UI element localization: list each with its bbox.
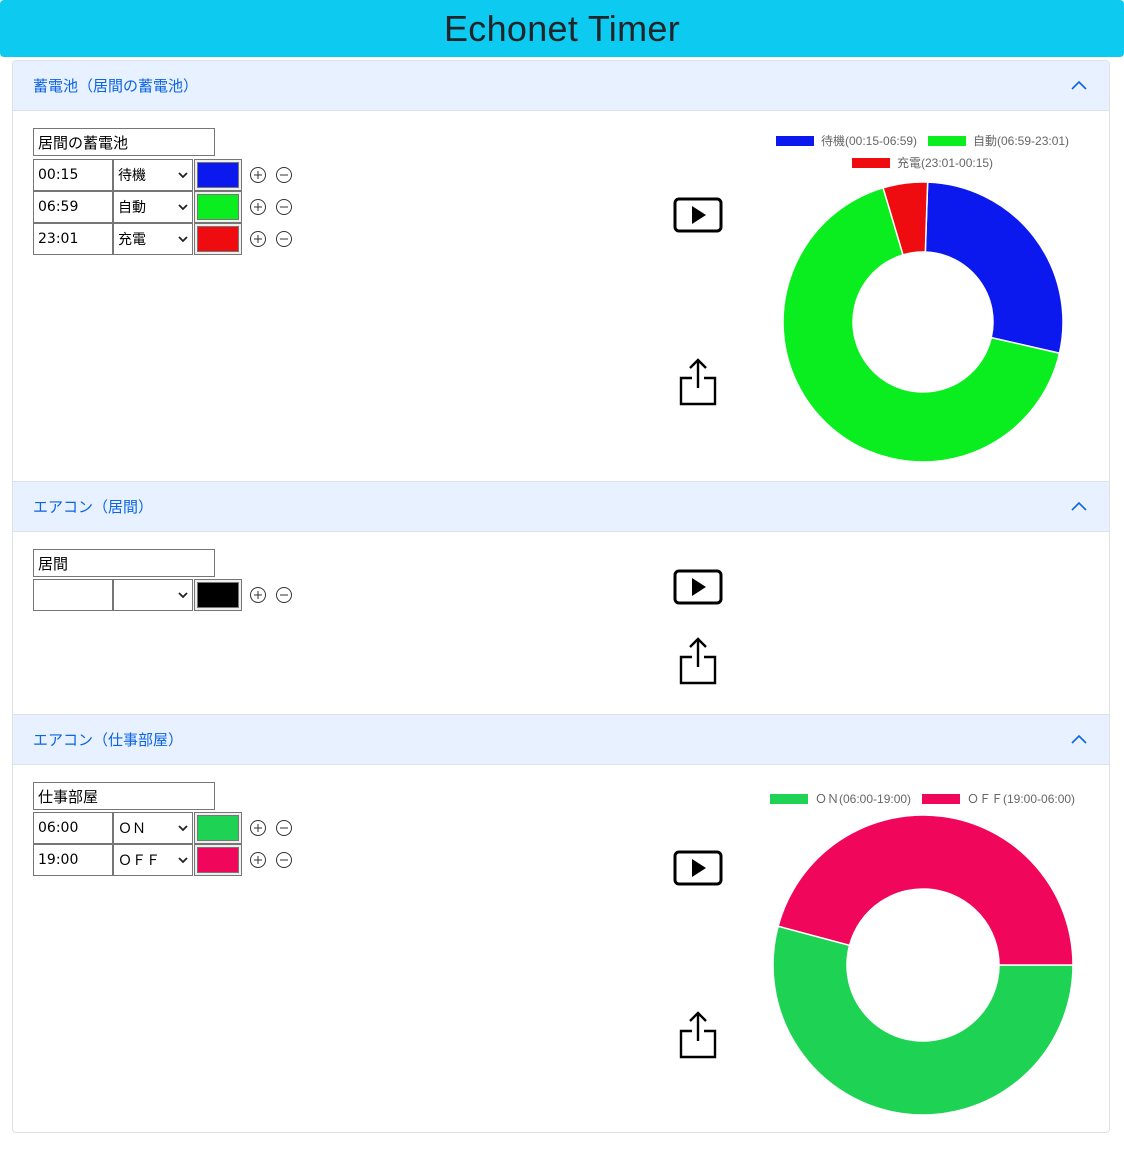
legend-item: 充電(23:01-00:15) (852, 154, 993, 171)
time-input[interactable] (33, 579, 113, 611)
legend-label: 自動(06:59-23:01) (973, 134, 1070, 148)
chevron-up-icon (1071, 80, 1087, 90)
color-swatch (197, 815, 239, 841)
add-circle-icon[interactable] (249, 819, 267, 837)
donut-chart (782, 181, 1064, 463)
mode-select[interactable]: ＯＮ (113, 812, 193, 844)
accordion-header-aircon-office[interactable]: エアコン（仕事部屋） (13, 715, 1109, 765)
time-input[interactable] (33, 812, 113, 844)
color-picker[interactable] (194, 844, 242, 876)
remove-circle-icon[interactable] (275, 198, 293, 216)
remove-circle-icon[interactable] (275, 851, 293, 869)
schedule-row: 充電 (33, 223, 303, 255)
schedule-row: ＯＮ (33, 812, 303, 844)
section-title: エアコン（居間） (33, 498, 154, 516)
remove-circle-icon[interactable] (275, 166, 293, 184)
mode-select[interactable]: 充電 (113, 223, 193, 255)
time-input[interactable] (33, 844, 113, 876)
color-swatch (197, 582, 239, 608)
accordion-header-battery[interactable]: 蓄電池（居間の蓄電池） (13, 61, 1109, 111)
chevron-down-icon (178, 236, 188, 243)
color-picker[interactable] (194, 579, 242, 611)
color-swatch (197, 226, 239, 252)
mode-select[interactable]: ＯＦＦ (113, 844, 193, 876)
chevron-down-icon (178, 592, 188, 599)
add-circle-icon[interactable] (249, 851, 267, 869)
add-circle-icon[interactable] (249, 586, 267, 604)
section-title: 蓄電池（居間の蓄電池） (33, 77, 199, 95)
play-button[interactable] (673, 562, 723, 612)
color-picker[interactable] (194, 191, 242, 223)
device-accordion: 蓄電池（居間の蓄電池） 待機 自動 充電 (12, 60, 1110, 1133)
share-button[interactable] (673, 357, 723, 407)
chevron-down-icon (178, 825, 188, 832)
schedule-row (33, 579, 303, 611)
play-button[interactable] (673, 843, 723, 893)
color-picker[interactable] (194, 223, 242, 255)
schedule-row: ＯＦＦ (33, 844, 303, 876)
time-input[interactable] (33, 159, 113, 191)
donut-slice (924, 181, 1064, 355)
accordion-body-battery: 待機 自動 充電 待機(00:15-06: (13, 111, 1109, 481)
share-button[interactable] (673, 636, 723, 686)
app-title: Echonet Timer (443, 7, 680, 49)
device-name-input[interactable] (33, 549, 215, 577)
chevron-down-icon (178, 857, 188, 864)
add-circle-icon[interactable] (249, 166, 267, 184)
device-name-input[interactable] (33, 782, 215, 810)
remove-circle-icon[interactable] (275, 230, 293, 248)
mode-select-value: 自動 (118, 200, 146, 216)
color-picker[interactable] (194, 159, 242, 191)
color-swatch (197, 162, 239, 188)
add-circle-icon[interactable] (249, 198, 267, 216)
add-circle-icon[interactable] (249, 230, 267, 248)
legend-label: ＯＮ(06:00-19:00) (815, 792, 912, 806)
accordion-item-aircon-living: エアコン（居間） (13, 481, 1109, 715)
app-header: Echonet Timer (0, 0, 1124, 57)
chart-legend: ＯＮ(06:00-19:00) ＯＦＦ(19:00-06:00) (733, 790, 1109, 810)
color-swatch (197, 847, 239, 873)
chevron-up-icon (1071, 501, 1087, 511)
mode-select-value: 待機 (118, 168, 146, 184)
mode-select[interactable]: 待機 (113, 159, 193, 191)
time-input[interactable] (33, 223, 113, 255)
legend-item: 待機(00:15-06:59) (776, 132, 917, 149)
accordion-item-aircon-office: エアコン（仕事部屋） ＯＮ ＯＦＦ ＯＮ(06:00-19:0 (13, 714, 1109, 1132)
mode-select-value: ＯＮ (118, 821, 146, 837)
time-input[interactable] (33, 191, 113, 223)
schedule-row: 自動 (33, 191, 303, 223)
mode-select-value: 充電 (118, 232, 146, 248)
legend-item: ＯＮ(06:00-19:00) (770, 790, 911, 807)
accordion-body-aircon-office: ＯＮ ＯＦＦ ＯＮ(06:00-19:00) ＯＦＦ(19:00-06:00) (13, 765, 1109, 1132)
device-name-input[interactable] (33, 128, 215, 156)
mode-select-value: ＯＦＦ (118, 853, 160, 869)
chevron-down-icon (178, 172, 188, 179)
chevron-up-icon (1071, 734, 1087, 744)
legend-item: ＯＦＦ(19:00-06:00) (922, 790, 1075, 807)
color-picker[interactable] (194, 812, 242, 844)
section-title: エアコン（仕事部屋） (33, 731, 184, 749)
remove-circle-icon[interactable] (275, 586, 293, 604)
schedule-row: 待機 (33, 159, 303, 191)
accordion-header-aircon-living[interactable]: エアコン（居間） (13, 482, 1109, 532)
play-button[interactable] (673, 190, 723, 240)
legend-item: 自動(06:59-23:01) (928, 132, 1069, 149)
remove-circle-icon[interactable] (275, 819, 293, 837)
legend-label: 充電(23:01-00:15) (897, 156, 994, 170)
share-button[interactable] (673, 1010, 723, 1060)
donut-chart (772, 814, 1074, 1116)
accordion-body-aircon-living (13, 532, 1109, 715)
legend-label: ＯＦＦ(19:00-06:00) (967, 792, 1076, 806)
chart-legend: 待機(00:15-06:59) 自動(06:59-23:01) 充電(23:01… (733, 132, 1093, 172)
chevron-down-icon (178, 204, 188, 211)
accordion-item-battery: 蓄電池（居間の蓄電池） 待機 自動 充電 (13, 61, 1109, 481)
legend-label: 待機(00:15-06:59) (821, 134, 918, 148)
mode-select[interactable]: 自動 (113, 191, 193, 223)
mode-select[interactable] (113, 579, 193, 611)
color-swatch (197, 194, 239, 220)
